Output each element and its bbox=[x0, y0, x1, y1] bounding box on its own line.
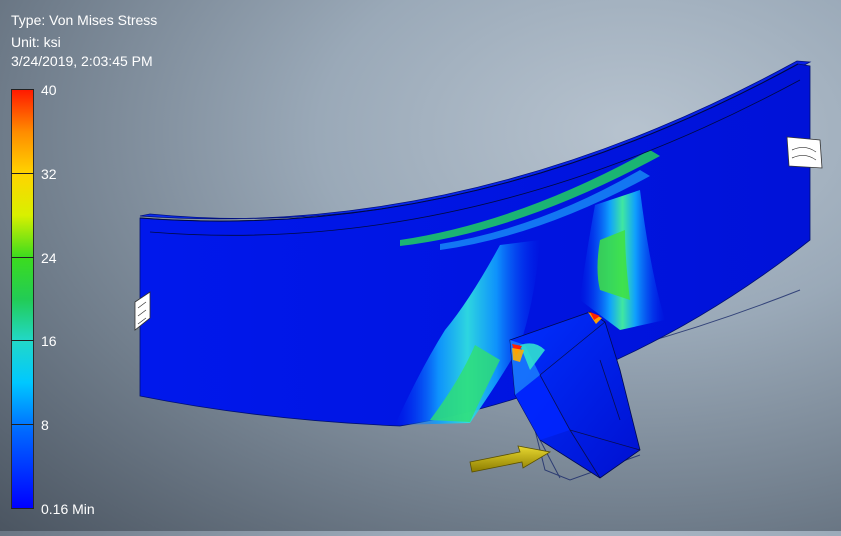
load-arrow-icon[interactable] bbox=[469, 445, 552, 473]
legend-tick-label: 32 bbox=[41, 166, 57, 182]
stress-model-render bbox=[134, 60, 823, 481]
legend-tick-label: 40 bbox=[41, 82, 57, 98]
legend-tick-line bbox=[11, 508, 34, 509]
result-unit-label: Unit: ksi bbox=[11, 34, 61, 50]
legend-tick-label: 8 bbox=[41, 417, 49, 433]
legend-tick-line bbox=[11, 424, 34, 425]
legend-tick-line bbox=[11, 89, 34, 90]
stress-legend-color-bar bbox=[11, 89, 34, 509]
legend-tick-label: 0.16 Min bbox=[41, 501, 95, 517]
legend-tick-line bbox=[11, 340, 34, 341]
result-timestamp: 3/24/2019, 2:03:45 PM bbox=[11, 53, 153, 69]
legend-tick-line bbox=[11, 173, 34, 174]
legend-tick-line bbox=[11, 257, 34, 258]
legend-tick-label: 16 bbox=[41, 333, 57, 349]
result-type-label: Type: Von Mises Stress bbox=[11, 12, 158, 28]
3d-viewport[interactable] bbox=[0, 0, 841, 531]
fixed-constraint-right-icon[interactable] bbox=[786, 136, 823, 169]
legend-tick-label: 24 bbox=[41, 250, 57, 266]
